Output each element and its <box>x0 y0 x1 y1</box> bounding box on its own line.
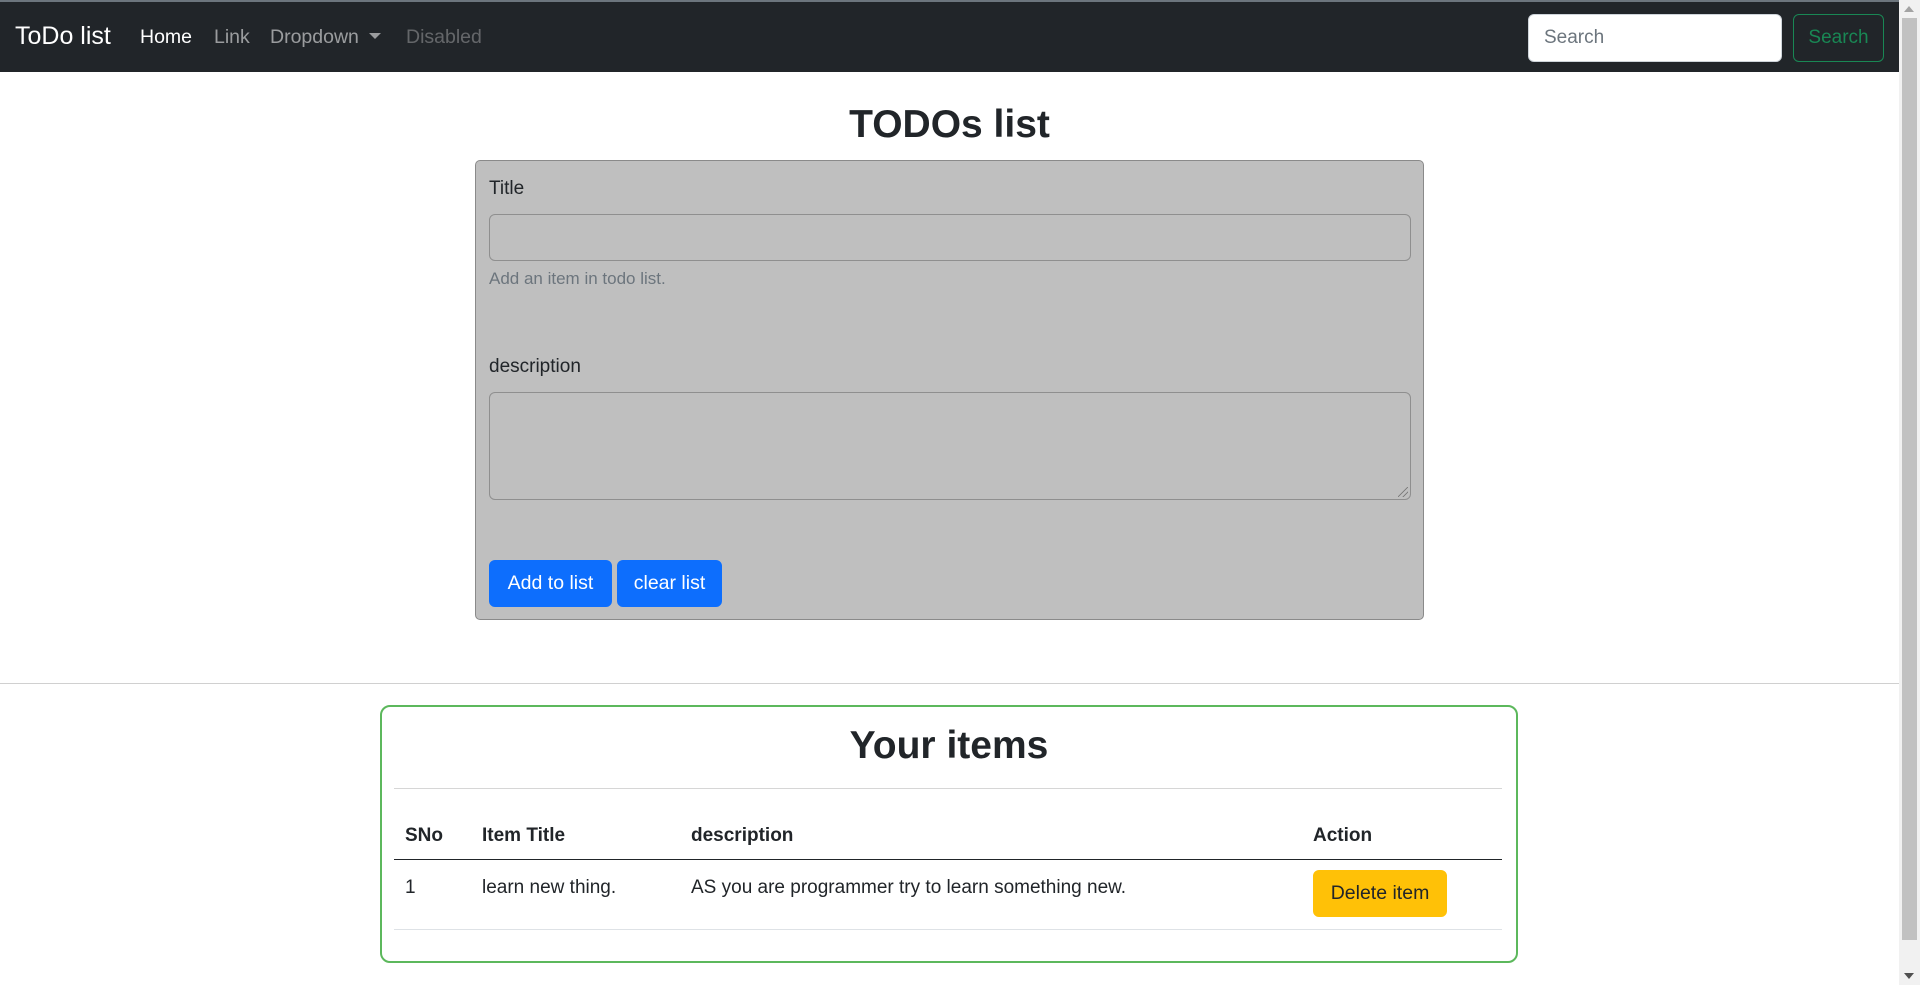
description-label: description <box>489 356 581 377</box>
search-input[interactable] <box>1528 14 1782 62</box>
resize-grip-icon[interactable] <box>1398 487 1408 497</box>
search-button[interactable]: Search <box>1793 14 1884 62</box>
nav-dropdown-label: Dropdown <box>270 26 359 48</box>
title-label: Title <box>489 178 525 199</box>
heading-divider <box>394 788 1502 789</box>
page-content: ToDo list Home Link Dropdown Disabled Se… <box>0 0 1899 985</box>
row-title: learn new thing. <box>482 877 617 898</box>
delete-item-button[interactable]: Delete item <box>1313 870 1447 917</box>
column-header-sno: SNo <box>405 825 443 846</box>
nav-link-home[interactable]: Home <box>140 26 192 49</box>
scroll-up-arrow-icon[interactable] <box>1904 6 1914 12</box>
column-header-title: Item Title <box>482 825 566 846</box>
scrollbar-thumb[interactable] <box>1902 18 1917 940</box>
page-title: TODOs list <box>849 103 1050 146</box>
add-to-list-button[interactable]: Add to list <box>489 560 612 607</box>
todo-form: Title Add an item in todo list. descript… <box>475 160 1424 620</box>
title-input[interactable] <box>489 214 1411 261</box>
row-description: AS you are programmer try to learn somet… <box>691 877 1127 898</box>
chevron-down-icon <box>368 33 381 39</box>
column-header-description: description <box>691 825 794 846</box>
column-header-action: Action <box>1313 825 1373 846</box>
description-textarea[interactable] <box>489 392 1411 500</box>
scroll-down-arrow-icon[interactable] <box>1904 973 1914 979</box>
nav-link-link[interactable]: Link <box>214 26 250 49</box>
scrollbar[interactable] <box>1899 0 1920 985</box>
items-card: Your items SNo Item Title description Ac… <box>380 705 1518 963</box>
row-divider <box>394 929 1502 930</box>
clear-list-button[interactable]: clear list <box>617 560 722 607</box>
navbar-brand[interactable]: ToDo list <box>15 22 111 51</box>
section-divider <box>0 683 1899 684</box>
header-divider <box>394 859 1502 860</box>
nav-link-disabled: Disabled <box>406 26 482 48</box>
items-heading: Your items <box>849 724 1049 767</box>
row-sno: 1 <box>405 877 416 898</box>
navbar: ToDo list Home Link Dropdown Disabled Se… <box>0 2 1899 72</box>
title-help-text: Add an item in todo list. <box>489 269 666 288</box>
nav-dropdown[interactable]: Dropdown <box>270 26 381 49</box>
